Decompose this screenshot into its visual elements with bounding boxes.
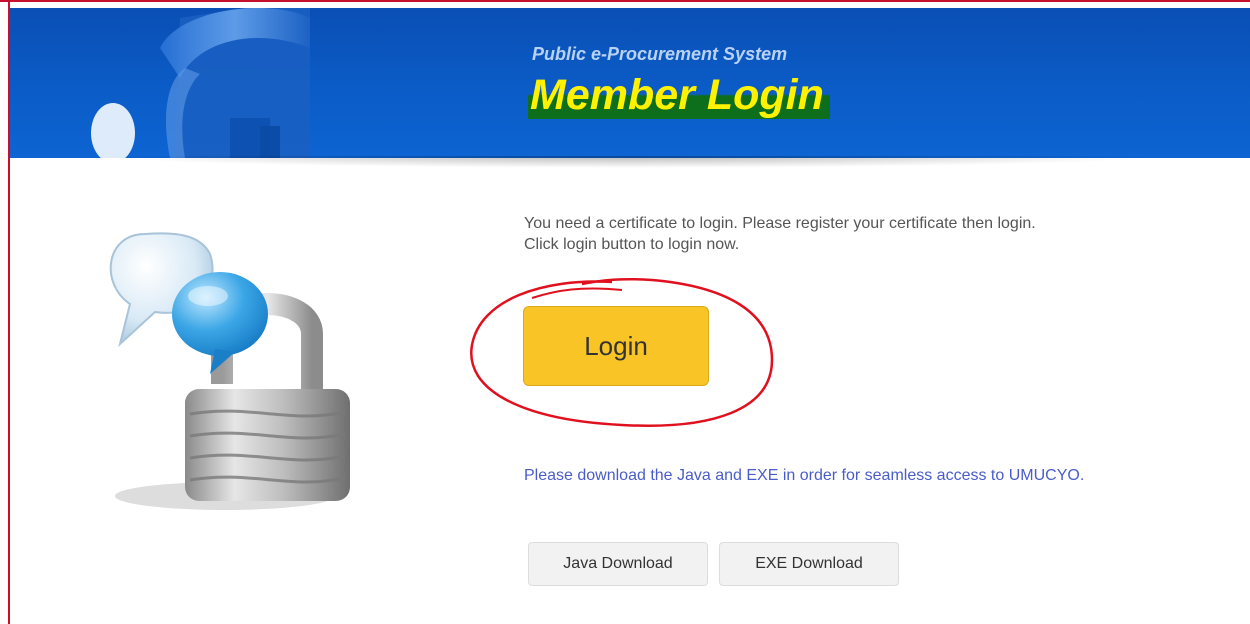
- page-title: Member Login: [528, 71, 830, 119]
- banner-shadow: [10, 156, 1250, 170]
- header-banner: Public e-Procurement System Member Login: [10, 8, 1250, 158]
- login-button[interactable]: Login: [523, 306, 709, 386]
- java-download-button[interactable]: Java Download: [528, 542, 708, 586]
- frame-top-border: [0, 0, 1250, 2]
- key-icon: [91, 8, 310, 158]
- padlock-with-chat-bubbles-icon: [109, 232, 350, 510]
- download-notice: Please download the Java and EXE in orde…: [524, 467, 1085, 484]
- banner-subtitle: Public e-Procurement System: [532, 44, 788, 64]
- certificate-instructions: You need a certificate to login. Please …: [524, 215, 1036, 253]
- exe-download-button[interactable]: EXE Download: [719, 542, 899, 586]
